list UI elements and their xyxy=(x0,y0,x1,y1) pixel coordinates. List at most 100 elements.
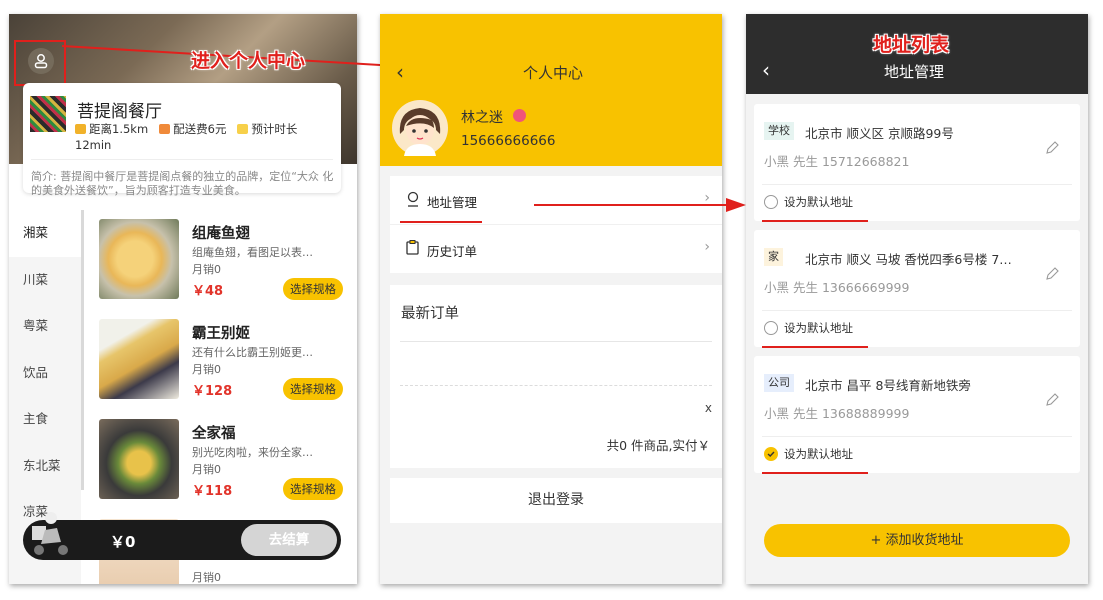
dish-item[interactable]: 全家福 别光吃肉啦，来份全家… 月销0 ￥118 选择规格 xyxy=(99,419,349,509)
dish-name: 组庵鱼翅 xyxy=(192,226,250,242)
cart-bar: ￥0 去结算 xyxy=(23,512,341,560)
menu-card: 地址管理 › 历史订单 › xyxy=(390,176,722,273)
set-default-option[interactable]: 设为默认地址 xyxy=(764,320,853,336)
dish-price: ￥128 xyxy=(192,384,233,399)
shop-intro: 简介: 菩提阁中餐厅是菩提阁点餐的独立的品牌，定位“大众 化的美食外送餐饮”，旨… xyxy=(31,170,334,197)
shop-eta-label: 预计时长 xyxy=(251,122,298,136)
chevron-right-icon: › xyxy=(704,239,710,255)
shop-meta: 距离1.5km 配送费6元 预计时长 xyxy=(75,121,297,137)
highlight-underline xyxy=(762,472,868,474)
menu-label: 地址管理 xyxy=(427,195,478,210)
category-item[interactable]: 粤菜 xyxy=(9,303,81,350)
radio-icon[interactable] xyxy=(764,195,778,209)
set-default-option[interactable]: 设为默认地址 xyxy=(764,194,853,210)
distance-icon xyxy=(75,124,86,134)
shop-logo xyxy=(30,96,66,132)
dish-name: 霸王别姬 xyxy=(192,326,250,342)
cart-total: ￥0 xyxy=(110,533,136,551)
dish-desc: 组庵鱼翅，看图足以表… xyxy=(192,246,313,259)
category-item[interactable]: 主食 xyxy=(9,396,81,443)
address-management-screen: ‹ 地址管理 学校 北京市 顺义区 京顺路99号 小黑 先生 157126688… xyxy=(746,14,1088,584)
add-address-button[interactable]: + 添加收货地址 xyxy=(764,524,1070,557)
clock-icon xyxy=(237,124,249,134)
address-text: 北京市 顺义区 京顺路99号 xyxy=(805,126,954,141)
divider xyxy=(31,159,333,160)
address-text: 北京市 顺义 马坡 香悦四季6号楼 7… xyxy=(805,252,1012,267)
divider xyxy=(762,310,1072,311)
dish-item[interactable]: 霸王别姬 还有什么比霸王别姬更… 月销0 ￥128 选择规格 xyxy=(99,319,349,409)
dish-item[interactable]: 组庵鱼翅 组庵鱼翅，看图足以表… 月销0 ￥48 选择规格 xyxy=(99,219,349,309)
address-tag: 学校 xyxy=(764,122,794,140)
select-spec-button[interactable]: 选择规格 xyxy=(283,378,343,400)
edit-icon[interactable] xyxy=(1044,392,1060,408)
latest-orders-card: 最新订单 x 共0 件商品,实付￥ xyxy=(390,285,722,468)
profile-header: ‹ 个人中心 林之迷 15666666666 xyxy=(380,14,722,166)
set-default-label: 设为默认地址 xyxy=(784,321,853,335)
dish-sales: 月销0 xyxy=(192,263,221,276)
address-text: 北京市 昌平 8号线育新地铁旁 xyxy=(805,378,971,393)
dish-desc: 还有什么比霸王别姬更… xyxy=(192,346,313,359)
checked-radio-icon[interactable] xyxy=(764,447,778,461)
radio-icon[interactable] xyxy=(764,321,778,335)
user-center-screen: ‹ 个人中心 林之迷 15666666666 地址管理 › 历史订单 › 最新订… xyxy=(380,14,722,584)
select-spec-button[interactable]: 选择规格 xyxy=(283,478,343,500)
category-scrollbar[interactable] xyxy=(81,210,84,490)
dish-price: ￥48 xyxy=(192,284,224,299)
set-default-option[interactable]: 设为默认地址 xyxy=(764,446,853,462)
address-card[interactable]: 家 北京市 顺义 马坡 香悦四季6号楼 7… 小黑 先生 13666669999… xyxy=(754,230,1080,347)
checkout-button[interactable]: 去结算 xyxy=(241,524,337,556)
divider xyxy=(762,184,1072,185)
delivery-rider-icon[interactable] xyxy=(29,508,73,568)
back-button[interactable]: ‹ xyxy=(762,58,770,82)
set-default-label: 设为默认地址 xyxy=(784,447,853,461)
dish-desc: 别光吃肉啦，来份全家… xyxy=(192,446,313,459)
logout-button[interactable]: 退出登录 xyxy=(390,478,722,523)
dashed-divider xyxy=(400,385,712,386)
edit-icon[interactable] xyxy=(1044,266,1060,282)
page-title: 个人中心 xyxy=(523,64,584,82)
divider xyxy=(762,436,1072,437)
annotation-enter-center: 进入个人中心 xyxy=(191,50,306,72)
shop-name: 菩提阁餐厅 xyxy=(77,102,162,122)
select-spec-button[interactable]: 选择规格 xyxy=(283,278,343,300)
shop-eta-value: 12min xyxy=(75,138,112,152)
user-name: 林之迷 xyxy=(461,110,503,126)
dish-sales: 月销0 xyxy=(192,571,221,584)
edit-icon[interactable] xyxy=(1044,140,1060,156)
contact-info: 小黑 先生 13666669999 xyxy=(764,280,910,295)
latest-orders-title: 最新订单 xyxy=(401,306,459,322)
address-tag: 家 xyxy=(764,248,783,266)
shop-delivery-fee: 配送费6元 xyxy=(173,122,227,136)
address-card[interactable]: 学校 北京市 顺义区 京顺路99号 小黑 先生 15712668821 设为默认… xyxy=(754,104,1080,221)
menu-item-order-history[interactable]: 历史订单 › xyxy=(390,225,722,273)
annotation-arrow xyxy=(534,198,746,212)
contact-info: 小黑 先生 15712668821 xyxy=(764,154,910,169)
delivery-icon xyxy=(159,124,171,134)
avatar[interactable] xyxy=(392,100,448,156)
back-button[interactable]: ‹ xyxy=(396,60,404,84)
shop-info-card: 菩提阁餐厅 距离1.5km 配送费6元 预计时长 12min 简介: 菩提阁中餐… xyxy=(23,83,341,197)
category-item[interactable]: 湘菜 xyxy=(9,210,81,257)
dish-name: 全家福 xyxy=(192,426,236,442)
highlight-underline xyxy=(762,220,868,222)
dish-image xyxy=(99,319,179,399)
address-tag: 公司 xyxy=(764,374,794,392)
dish-price: ￥118 xyxy=(192,484,233,499)
check-icon xyxy=(767,451,775,457)
page-title: 地址管理 xyxy=(884,63,945,81)
address-card[interactable]: 公司 北京市 昌平 8号线育新地铁旁 小黑 先生 13688889999 设为默… xyxy=(754,356,1080,473)
dish-sales: 月销0 xyxy=(192,463,221,476)
annotation-address-list: 地址列表 xyxy=(873,34,950,56)
female-icon xyxy=(513,109,526,122)
category-item[interactable]: 东北菜 xyxy=(9,443,81,490)
user-phone: 15666666666 xyxy=(461,133,556,149)
shop-distance: 距离1.5km xyxy=(89,122,149,136)
close-x[interactable]: x xyxy=(705,401,712,415)
order-summary: 共0 件商品,实付￥ xyxy=(606,438,710,453)
menu-label: 历史订单 xyxy=(427,244,478,259)
category-item[interactable]: 饮品 xyxy=(9,350,81,397)
location-icon xyxy=(407,191,419,207)
dish-sales: 月销0 xyxy=(192,363,221,376)
category-item[interactable]: 川菜 xyxy=(9,257,81,304)
highlight-underline xyxy=(762,346,868,348)
